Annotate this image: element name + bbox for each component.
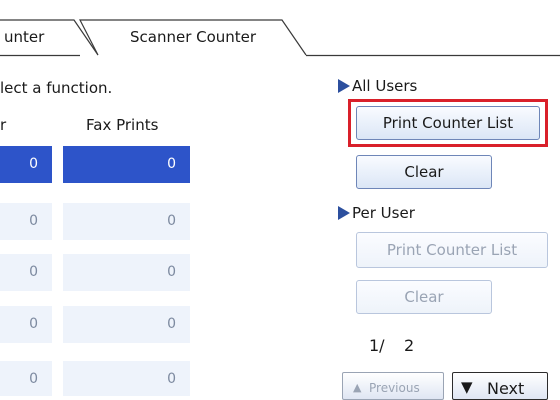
table-cell-left[interactable]: 0 bbox=[0, 254, 52, 291]
triangle-right-icon bbox=[338, 79, 350, 93]
triangle-up-icon: ▲ bbox=[353, 381, 362, 394]
column-header-partial: r bbox=[0, 116, 7, 134]
per-user-heading: Per User bbox=[338, 204, 415, 222]
tab-counter-partial[interactable]: unter bbox=[4, 28, 44, 46]
table-cell-left[interactable]: 0 bbox=[0, 203, 52, 240]
triangle-down-icon: ▼ bbox=[461, 378, 473, 396]
clear-button[interactable]: Clear bbox=[356, 155, 492, 189]
table-cell-fax[interactable]: 0 bbox=[63, 203, 190, 240]
per-user-clear-button[interactable]: Clear bbox=[356, 280, 492, 314]
table-cell-left[interactable]: 0 bbox=[0, 306, 52, 343]
print-counter-list-button[interactable]: Print Counter List bbox=[356, 106, 540, 140]
table-cell-fax[interactable]: 0 bbox=[63, 361, 190, 396]
instruction-text: lect a function. bbox=[0, 79, 113, 97]
tab-scanner-counter[interactable]: Scanner Counter bbox=[130, 28, 256, 46]
per-user-print-counter-list-button[interactable]: Print Counter List bbox=[356, 232, 548, 268]
all-users-heading: All Users bbox=[338, 77, 417, 95]
page-total: 2 bbox=[404, 336, 415, 355]
tab-outlines bbox=[0, 19, 560, 57]
triangle-right-icon bbox=[338, 206, 350, 220]
page-current: 1/ bbox=[369, 336, 385, 355]
table-cell-fax[interactable]: 0 bbox=[63, 146, 190, 183]
table-cell-left[interactable]: 0 bbox=[0, 146, 52, 183]
table-cell-fax[interactable]: 0 bbox=[63, 306, 190, 343]
tab-bar: unter Scanner Counter bbox=[0, 0, 560, 57]
table-cell-fax[interactable]: 0 bbox=[63, 254, 190, 291]
column-header-fax-prints: Fax Prints bbox=[86, 116, 159, 134]
table-cell-left[interactable]: 0 bbox=[0, 361, 52, 396]
